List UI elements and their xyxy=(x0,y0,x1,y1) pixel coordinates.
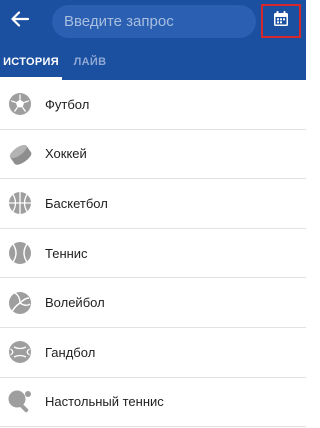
tab-history-label: ИСТОРИЯ xyxy=(3,56,59,68)
tab-live-label: ЛАЙВ xyxy=(73,56,107,68)
search-box[interactable] xyxy=(52,5,256,38)
volleyball-icon xyxy=(7,290,33,316)
sport-item-table-tennis[interactable]: Настольный теннис xyxy=(0,378,306,428)
sport-item-football[interactable]: Футбол xyxy=(0,80,306,130)
sport-item-volleyball[interactable]: Волейбол xyxy=(0,278,306,328)
arrow-left-icon xyxy=(11,10,30,32)
calendar-icon xyxy=(272,10,290,33)
tab-live[interactable]: ЛАЙВ xyxy=(62,44,118,80)
hockey-puck-icon xyxy=(7,141,33,167)
sport-item-basketball[interactable]: Баскетбол xyxy=(0,179,306,229)
basketball-icon xyxy=(7,190,33,216)
sport-label: Баскетбол xyxy=(45,195,108,211)
sport-label: Футбол xyxy=(45,96,90,112)
tab-history[interactable]: ИСТОРИЯ xyxy=(0,44,62,80)
sport-item-tennis[interactable]: Теннис xyxy=(0,229,306,279)
sport-label: Настольный теннис xyxy=(45,394,164,410)
sport-list: Футбол Хоккей Баскетбол Теннис Волейбол … xyxy=(0,80,306,428)
sport-label: Гандбол xyxy=(45,344,96,360)
sport-label: Волейбол xyxy=(45,295,105,311)
tennis-ball-icon xyxy=(7,240,33,266)
sport-label: Хоккей xyxy=(45,146,87,162)
handball-icon xyxy=(7,339,33,365)
app-header: ИСТОРИЯ ЛАЙВ xyxy=(0,0,306,80)
tab-bar: ИСТОРИЯ ЛАЙВ xyxy=(0,44,306,80)
sport-label: Теннис xyxy=(45,245,88,261)
sport-item-hockey[interactable]: Хоккей xyxy=(0,130,306,180)
search-input[interactable] xyxy=(64,13,256,30)
calendar-button[interactable] xyxy=(261,4,301,38)
table-tennis-icon xyxy=(7,389,33,415)
sport-item-handball[interactable]: Гандбол xyxy=(0,328,306,378)
back-button[interactable] xyxy=(4,6,36,36)
football-icon xyxy=(7,91,33,117)
